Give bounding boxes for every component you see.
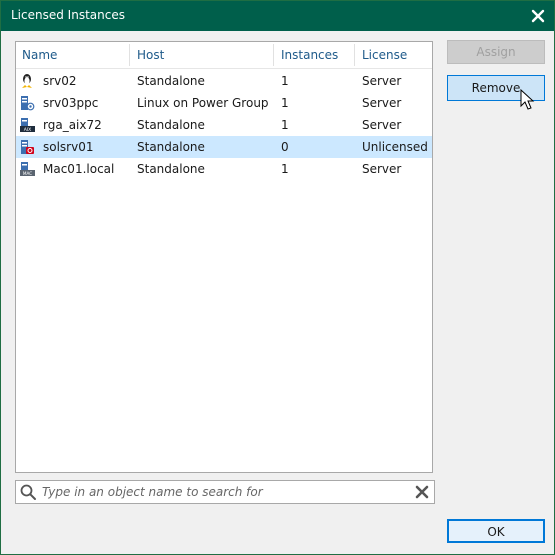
column-header-host[interactable]: Host [131, 42, 273, 68]
cell-name: srv02 [43, 74, 77, 88]
assign-button[interactable]: Assign [447, 40, 545, 64]
svg-text:MAC: MAC [23, 171, 32, 176]
search-input[interactable] [42, 483, 402, 501]
mac-server-icon: MAC [19, 161, 35, 177]
cell-host: Standalone [137, 162, 205, 176]
ok-button[interactable]: OK [447, 519, 545, 543]
table-header: Name Host Instances License [16, 42, 432, 69]
mouse-pointer-icon [520, 89, 535, 110]
linux-server-icon [19, 73, 35, 89]
table-row-selected[interactable]: solsrv01 Standalone 0 Unlicensed [16, 136, 432, 158]
search-icon [19, 483, 37, 501]
instances-table[interactable]: Name Host Instances License srv02 Standa… [15, 41, 433, 473]
clear-search-icon[interactable] [414, 484, 430, 500]
search-box[interactable] [15, 480, 435, 504]
cell-host: Linux on Power Group [137, 96, 269, 110]
cell-host: Standalone [137, 140, 205, 154]
table-row[interactable]: AIX rga_aix72 Standalone 1 Server [16, 114, 432, 136]
cell-instances: 1 [281, 96, 289, 110]
licensed-instances-dialog: Licensed Instances Name Host Instances L… [0, 0, 555, 555]
cell-license: Server [362, 96, 402, 110]
cell-name: Mac01.local [43, 162, 115, 176]
cell-host: Standalone [137, 118, 205, 132]
cell-host: Standalone [137, 74, 205, 88]
close-icon[interactable] [526, 4, 550, 28]
table-row[interactable]: srv02 Standalone 1 Server [16, 70, 432, 92]
cell-instances: 0 [281, 140, 289, 154]
column-header-instances[interactable]: Instances [275, 42, 354, 68]
table-row[interactable]: MAC Mac01.local Standalone 1 Server [16, 158, 432, 180]
table-row[interactable]: srv03ppc Linux on Power Group 1 Server [16, 92, 432, 114]
dialog-content: Name Host Instances License srv02 Standa… [1, 31, 554, 554]
column-divider[interactable] [129, 44, 130, 66]
power-server-icon [19, 95, 35, 111]
cell-name: solsrv01 [43, 140, 94, 154]
cell-instances: 1 [281, 74, 289, 88]
svg-text:AIX: AIX [24, 127, 32, 133]
aix-server-icon: AIX [19, 117, 35, 133]
column-divider[interactable] [354, 44, 355, 66]
cell-license: Server [362, 118, 402, 132]
cell-name: rga_aix72 [43, 118, 102, 132]
cell-license: Server [362, 162, 402, 176]
cell-instances: 1 [281, 162, 289, 176]
cell-name: srv03ppc [43, 96, 99, 110]
solaris-server-icon [19, 139, 35, 155]
column-header-license[interactable]: License [356, 42, 432, 68]
window-title: Licensed Instances [11, 8, 125, 22]
cell-license: Unlicensed [362, 140, 428, 154]
column-header-name[interactable]: Name [16, 42, 129, 68]
cell-license: Server [362, 74, 402, 88]
column-divider[interactable] [273, 44, 274, 66]
cell-instances: 1 [281, 118, 289, 132]
title-bar: Licensed Instances [1, 1, 554, 31]
